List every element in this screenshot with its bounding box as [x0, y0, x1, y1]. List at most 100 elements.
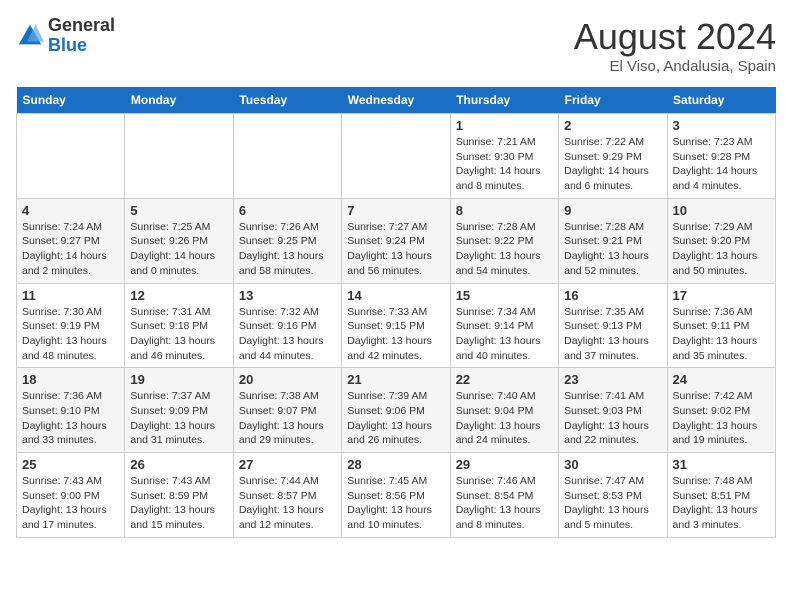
day-number: 11 — [22, 288, 119, 303]
month-year: August 2024 — [574, 16, 776, 58]
day-cell-8: 8 Sunrise: 7:28 AM Sunset: 9:22 PM Daylig… — [450, 198, 558, 283]
day-number: 12 — [130, 288, 227, 303]
day-info: Sunrise: 7:30 AM Sunset: 9:19 PM Dayligh… — [22, 305, 119, 364]
day-cell-27: 27 Sunrise: 7:44 AM Sunset: 8:57 PM Dayli… — [233, 453, 341, 538]
day-cell-26: 26 Sunrise: 7:43 AM Sunset: 8:59 PM Dayli… — [125, 453, 233, 538]
day-cell-9: 9Sunrise: 7:28 AM Sunset: 9:21 PM Daylig… — [559, 198, 667, 283]
day-info: Sunrise: 7:28 AM Sunset: 9:22 PM Dayligh… — [456, 220, 553, 279]
day-cell-31: 31 Sunrise: 7:48 AM Sunset: 8:51 PM Dayli… — [667, 453, 775, 538]
day-number: 22 — [456, 372, 553, 387]
day-number: 8 — [456, 203, 553, 218]
day-cell-21: 21Sunrise: 7:39 AM Sunset: 9:06 PM Dayli… — [342, 368, 450, 453]
day-info: Sunrise: 7:47 AM Sunset: 8:53 PM Dayligh… — [564, 474, 661, 533]
day-info: Sunrise: 7:22 AM Sunset: 9:29 PM Dayligh… — [564, 135, 661, 194]
day-info: Sunrise: 7:32 AM Sunset: 9:16 PM Dayligh… — [239, 305, 336, 364]
day-number: 16 — [564, 288, 661, 303]
location: El Viso, Andalusia, Spain — [574, 58, 776, 75]
day-cell-19: 19 Sunrise: 7:37 AM Sunset: 9:09 PM Dayli… — [125, 368, 233, 453]
day-info: Sunrise: 7:39 AM Sunset: 9:06 PM Dayligh… — [347, 389, 444, 448]
logo-general: General — [48, 16, 115, 36]
day-number: 23 — [564, 372, 661, 387]
day-cell-14: 14 Sunrise: 7:33 AM Sunset: 9:15 PM Dayli… — [342, 283, 450, 368]
day-info: Sunrise: 7:38 AM Sunset: 9:07 PM Dayligh… — [239, 389, 336, 448]
day-cell-30: 30 Sunrise: 7:47 AM Sunset: 8:53 PM Dayli… — [559, 453, 667, 538]
day-number: 7 — [347, 203, 444, 218]
day-info: Sunrise: 7:43 AM Sunset: 9:00 PM Dayligh… — [22, 474, 119, 533]
day-info: Sunrise: 7:24 AM Sunset: 9:27 PM Dayligh… — [22, 220, 119, 279]
day-number: 30 — [564, 457, 661, 472]
day-number: 19 — [130, 372, 227, 387]
empty-cell — [233, 114, 341, 199]
day-info: Sunrise: 7:45 AM Sunset: 8:56 PM Dayligh… — [347, 474, 444, 533]
day-cell-10: 10 Sunrise: 7:29 AM Sunset: 9:20 PM Dayli… — [667, 198, 775, 283]
day-cell-25: 25 Sunrise: 7:43 AM Sunset: 9:00 PM Dayli… — [17, 453, 125, 538]
day-info: Sunrise: 7:21 AM Sunset: 9:30 PM Dayligh… — [456, 135, 553, 194]
weekday-header-tuesday: Tuesday — [233, 87, 341, 114]
header: General Blue August 2024 El Viso, Andalu… — [16, 16, 776, 75]
day-info: Sunrise: 7:25 AM Sunset: 9:26 PM Dayligh… — [130, 220, 227, 279]
day-info: Sunrise: 7:44 AM Sunset: 8:57 PM Dayligh… — [239, 474, 336, 533]
logo-text: General Blue — [48, 16, 115, 56]
day-info: Sunrise: 7:31 AM Sunset: 9:18 PM Dayligh… — [130, 305, 227, 364]
day-number: 5 — [130, 203, 227, 218]
day-cell-16: 16 Sunrise: 7:35 AM Sunset: 9:13 PM Dayli… — [559, 283, 667, 368]
day-cell-15: 15 Sunrise: 7:34 AM Sunset: 9:14 PM Dayli… — [450, 283, 558, 368]
day-number: 24 — [673, 372, 770, 387]
weekday-header-sunday: Sunday — [17, 87, 125, 114]
day-cell-17: 17 Sunrise: 7:36 AM Sunset: 9:11 PM Dayli… — [667, 283, 775, 368]
day-number: 18 — [22, 372, 119, 387]
day-number: 29 — [456, 457, 553, 472]
day-number: 28 — [347, 457, 444, 472]
day-cell-28: 28 Sunrise: 7:45 AM Sunset: 8:56 PM Dayli… — [342, 453, 450, 538]
day-info: Sunrise: 7:28 AM Sunset: 9:21 PM Dayligh… — [564, 220, 661, 279]
day-cell-4: 4Sunrise: 7:24 AM Sunset: 9:27 PM Daylig… — [17, 198, 125, 283]
calendar-table: SundayMondayTuesdayWednesdayThursdayFrid… — [16, 87, 776, 538]
day-info: Sunrise: 7:36 AM Sunset: 9:11 PM Dayligh… — [673, 305, 770, 364]
day-info: Sunrise: 7:34 AM Sunset: 9:14 PM Dayligh… — [456, 305, 553, 364]
day-number: 25 — [22, 457, 119, 472]
day-cell-24: 24 Sunrise: 7:42 AM Sunset: 9:02 PM Dayli… — [667, 368, 775, 453]
day-info: Sunrise: 7:29 AM Sunset: 9:20 PM Dayligh… — [673, 220, 770, 279]
day-number: 2 — [564, 118, 661, 133]
day-info: Sunrise: 7:40 AM Sunset: 9:04 PM Dayligh… — [456, 389, 553, 448]
day-number: 27 — [239, 457, 336, 472]
day-number: 13 — [239, 288, 336, 303]
day-number: 1 — [456, 118, 553, 133]
empty-cell — [125, 114, 233, 199]
day-number: 17 — [673, 288, 770, 303]
day-cell-11: 11 Sunrise: 7:30 AM Sunset: 9:19 PM Dayli… — [17, 283, 125, 368]
day-number: 26 — [130, 457, 227, 472]
day-info: Sunrise: 7:37 AM Sunset: 9:09 PM Dayligh… — [130, 389, 227, 448]
day-cell-7: 7Sunrise: 7:27 AM Sunset: 9:24 PM Daylig… — [342, 198, 450, 283]
day-info: Sunrise: 7:23 AM Sunset: 9:28 PM Dayligh… — [673, 135, 770, 194]
day-cell-3: 3 Sunrise: 7:23 AM Sunset: 9:28 PM Daylig… — [667, 114, 775, 199]
logo: General Blue — [16, 16, 115, 56]
day-number: 14 — [347, 288, 444, 303]
day-cell-12: 12 Sunrise: 7:31 AM Sunset: 9:18 PM Dayli… — [125, 283, 233, 368]
weekday-header-monday: Monday — [125, 87, 233, 114]
weekday-header-thursday: Thursday — [450, 87, 558, 114]
week-row-1: 1 Sunrise: 7:21 AM Sunset: 9:30 PM Daylig… — [17, 114, 776, 199]
day-info: Sunrise: 7:46 AM Sunset: 8:54 PM Dayligh… — [456, 474, 553, 533]
day-info: Sunrise: 7:42 AM Sunset: 9:02 PM Dayligh… — [673, 389, 770, 448]
empty-cell — [17, 114, 125, 199]
day-number: 15 — [456, 288, 553, 303]
day-info: Sunrise: 7:33 AM Sunset: 9:15 PM Dayligh… — [347, 305, 444, 364]
day-info: Sunrise: 7:35 AM Sunset: 9:13 PM Dayligh… — [564, 305, 661, 364]
title-area: August 2024 El Viso, Andalusia, Spain — [574, 16, 776, 75]
day-number: 20 — [239, 372, 336, 387]
week-row-3: 11 Sunrise: 7:30 AM Sunset: 9:19 PM Dayli… — [17, 283, 776, 368]
day-number: 6 — [239, 203, 336, 218]
day-number: 3 — [673, 118, 770, 133]
day-info: Sunrise: 7:48 AM Sunset: 8:51 PM Dayligh… — [673, 474, 770, 533]
day-cell-6: 6Sunrise: 7:26 AM Sunset: 9:25 PM Daylig… — [233, 198, 341, 283]
weekday-header-wednesday: Wednesday — [342, 87, 450, 114]
day-number: 10 — [673, 203, 770, 218]
day-cell-13: 13 Sunrise: 7:32 AM Sunset: 9:16 PM Dayli… — [233, 283, 341, 368]
week-row-2: 4Sunrise: 7:24 AM Sunset: 9:27 PM Daylig… — [17, 198, 776, 283]
logo-blue: Blue — [48, 36, 115, 56]
day-info: Sunrise: 7:43 AM Sunset: 8:59 PM Dayligh… — [130, 474, 227, 533]
day-cell-1: 1 Sunrise: 7:21 AM Sunset: 9:30 PM Daylig… — [450, 114, 558, 199]
day-number: 31 — [673, 457, 770, 472]
weekday-header-friday: Friday — [559, 87, 667, 114]
